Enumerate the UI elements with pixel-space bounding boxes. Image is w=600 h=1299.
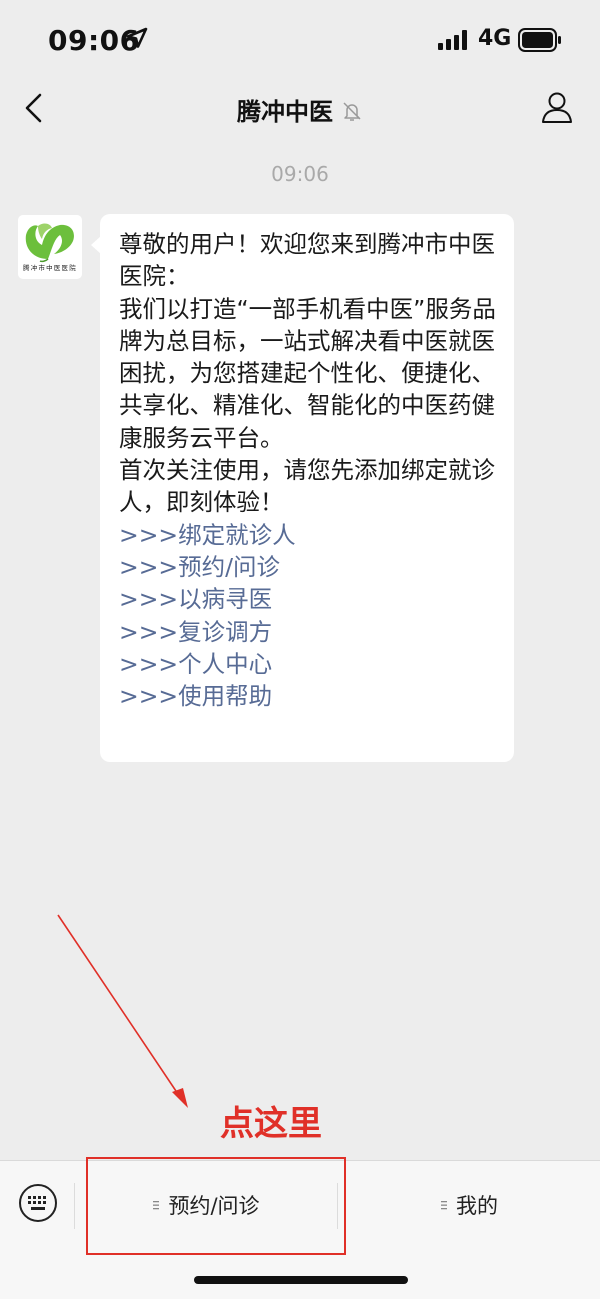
message-bubble: 尊敬的用户！欢迎您来到腾冲市中医医院： 我们以打造“一部手机看中医”服务品牌为总… bbox=[91, 214, 514, 762]
avatar-label: 腾冲市中医医院 bbox=[23, 264, 77, 272]
message-paragraph: 尊敬的用户！欢迎您来到腾冲市中医医院： bbox=[119, 230, 495, 291]
mute-bell-icon bbox=[343, 101, 361, 121]
menu-item-label: 预约/问诊 bbox=[168, 1194, 260, 1218]
link-bind-patient[interactable]: >>>绑定就诊人 bbox=[119, 519, 496, 551]
bubble-tail bbox=[91, 236, 101, 254]
nav-title-wrap: 腾冲中医 bbox=[0, 92, 600, 127]
home-indicator bbox=[194, 1276, 408, 1284]
battery-icon bbox=[518, 28, 561, 52]
menu-item-label: 我的 bbox=[456, 1194, 498, 1218]
profile-icon[interactable] bbox=[540, 90, 574, 124]
network-type: 4G bbox=[478, 26, 512, 51]
nav-bar: 腾冲中医 bbox=[0, 80, 600, 138]
account-avatar[interactable]: 腾冲市中医医院 bbox=[18, 215, 82, 279]
annotation-text: 点这里 bbox=[220, 1104, 322, 1144]
message-paragraph: 我们以打造“一部手机看中医”服务品牌为总目标，一站式解决看中医就医困扰，为您搭建… bbox=[119, 294, 496, 452]
menu-item-mine[interactable]: 我的 bbox=[338, 1161, 600, 1249]
link-find-doctor-by-illness[interactable]: >>>以病寻医 bbox=[119, 583, 496, 615]
link-help[interactable]: >>>使用帮助 bbox=[119, 680, 496, 712]
keyboard-toggle-icon[interactable] bbox=[18, 1183, 58, 1223]
menu-item-appointment[interactable]: 预约/问诊 bbox=[75, 1161, 337, 1249]
menu-lines-icon bbox=[441, 1201, 447, 1210]
link-follow-up-prescription[interactable]: >>>复诊调方 bbox=[119, 616, 496, 648]
location-arrow-icon bbox=[126, 27, 148, 48]
cellular-signal-icon bbox=[438, 30, 467, 50]
message-paragraph: 首次关注使用，请您先添加绑定就诊人，即刻体验！ bbox=[119, 456, 495, 517]
page-title: 腾冲中医 bbox=[237, 98, 333, 126]
link-personal-center[interactable]: >>>个人中心 bbox=[119, 648, 496, 680]
link-appointment[interactable]: >>>预约/问诊 bbox=[119, 551, 496, 583]
chat-timestamp: 09:06 bbox=[271, 162, 329, 186]
menu-lines-icon bbox=[153, 1201, 160, 1210]
status-bar: 09:06 4G bbox=[0, 0, 600, 80]
